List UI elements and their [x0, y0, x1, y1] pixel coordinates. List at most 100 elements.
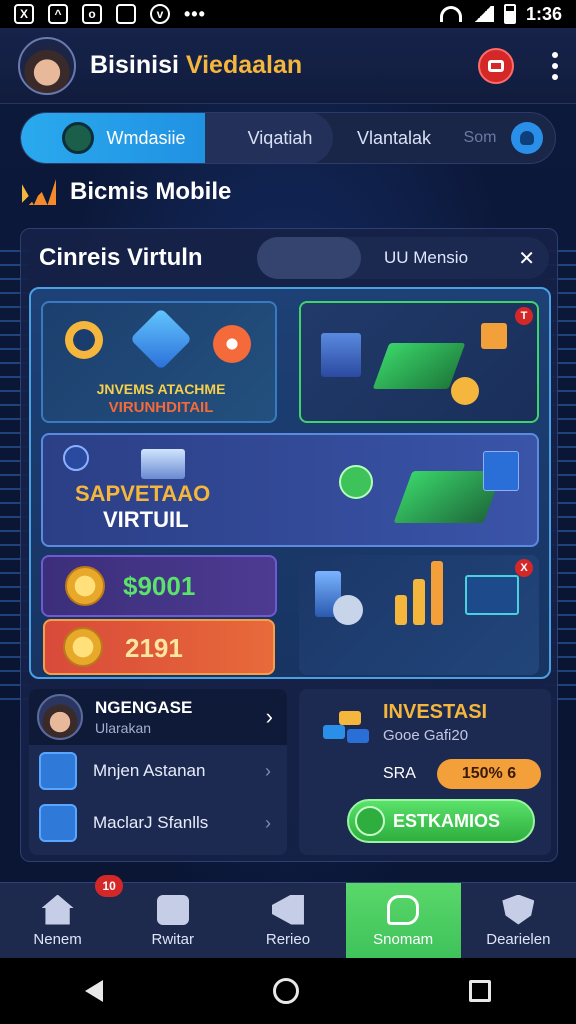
bottom-navigation: Nenem Rwitar 10 Rerieo Snomam Dearielen [0, 875, 576, 959]
tab-label: Vlantalak [356, 127, 432, 148]
chevron-right-icon: › [265, 760, 271, 781]
monitor-icon [465, 575, 519, 615]
pin-icon[interactable]: ✕ [518, 246, 535, 271]
account-avatar [37, 694, 83, 740]
platform-icon [372, 343, 466, 389]
cube-icon [129, 307, 193, 371]
nav-label: Nenem [33, 930, 82, 948]
battery-icon [503, 4, 516, 24]
coin-stack-icon [451, 377, 479, 405]
home-button-icon[interactable] [273, 978, 299, 1004]
action-dot-icon [355, 806, 385, 836]
menu-row-mnjen-astanan[interactable]: Mnjen Astanan › [29, 745, 287, 797]
promo-tile-virtual-services[interactable]: SAPVETAAO VIRTUIL [41, 433, 539, 547]
list-icon [39, 804, 77, 842]
dollar-coin-icon [63, 627, 103, 667]
tab-wmdasiie[interactable]: Wmdasiie [21, 113, 227, 163]
tab-viqatiah[interactable]: Viqatiah [205, 113, 333, 163]
account-panel: NGENGASE Ularakan › Mnjen Astanan › Macl… [29, 689, 287, 855]
brand-logo-icon [22, 179, 56, 205]
points-tile[interactable]: 2191 [43, 619, 275, 675]
tab-label: Viqatiah [247, 127, 313, 148]
view-toggle[interactable]: UU Mensio ✕ [257, 237, 549, 279]
investment-label: SRA [383, 765, 416, 782]
tab-label: Wmdasiie [106, 127, 186, 148]
account-subtitle: Ularakan [95, 720, 152, 736]
more-notifications-icon: ••• [184, 3, 206, 24]
coin-icon [65, 566, 105, 606]
app-title-main: Bisinisi [90, 51, 179, 79]
nav-item-dearielen[interactable]: Dearielen [461, 883, 576, 959]
menu-row-label: MaclarJ Sfanlls [93, 813, 209, 832]
shield-icon [502, 894, 535, 925]
card-title: Cinreis Virtuln [39, 244, 203, 271]
device-icon [141, 449, 185, 479]
investment-rate-pill: 150% 6 [437, 759, 541, 789]
record-button[interactable] [478, 47, 514, 84]
nav-item-rerieo[interactable]: Rerieo [230, 883, 345, 959]
promo-grid: JNVEMS ATACHME VIRUNHDITAIL T SAPVETAAO … [29, 287, 551, 679]
system-navigation [0, 958, 576, 1024]
tab-som[interactable]: Som [455, 113, 505, 163]
status-bar: X ^ o v ••• 1:36 [0, 0, 576, 28]
nav-label: Snomam [373, 930, 434, 948]
chat-icon [156, 894, 189, 925]
investment-action-label: ESTKAMIOS [393, 810, 501, 831]
smile-icon: v [150, 4, 170, 24]
signal-icon [471, 6, 494, 22]
promo-tile-virtual-assets[interactable]: JNVEMS ATACHME VIRUNHDITAIL [41, 301, 277, 423]
toggle-segment-left[interactable] [257, 237, 361, 279]
balance-tile[interactable]: $9001 [41, 555, 277, 617]
app-title: Bisinisi Viedaalan [90, 51, 302, 80]
investment-panel: INVESTASI Gooe Gafi20 SRA 150% 6 ESTKAMI… [299, 689, 551, 855]
nav-label: Rerieo [265, 930, 311, 948]
tile-c-line1: SAPVETAAO [75, 481, 211, 506]
tile-c-line2: VIRTUIL [103, 507, 189, 532]
chevron-right-icon: › [265, 812, 271, 833]
promo-tile-platform[interactable]: T [299, 301, 539, 423]
chart-icon [483, 451, 519, 491]
tile-a-line2: VIRUNHDITAIL [108, 399, 214, 416]
bar-chart-icon [395, 595, 407, 625]
tab-bar: Wmdasiie Viqatiah Vlantalak Som [20, 112, 556, 164]
user-icon[interactable] [511, 122, 543, 154]
crate-icon [481, 323, 507, 349]
grid-icon [39, 752, 77, 790]
account-summary[interactable]: NGENGASE Ularakan › [29, 689, 287, 745]
investment-blocks-icon [323, 707, 371, 747]
bar-chart-icon [431, 561, 443, 625]
tab-vlantalak[interactable]: Vlantalak [333, 113, 455, 163]
menu-row-maclarj-sfanlls[interactable]: MaclarJ Sfanlls › [29, 797, 287, 849]
coin-stack-icon [333, 595, 363, 625]
kebab-icon[interactable] [552, 51, 558, 80]
square-icon [116, 4, 136, 24]
balance-value: $9001 [123, 571, 196, 601]
clock: 1:36 [525, 3, 562, 24]
profile-avatar[interactable] [18, 36, 76, 95]
bar-chart-icon [413, 579, 425, 625]
home-icon [41, 894, 74, 925]
check-icon [339, 465, 373, 499]
server-icon [321, 333, 361, 377]
toggle-segment-right[interactable]: UU Mensio [361, 248, 491, 268]
message-icon [387, 894, 420, 925]
back-icon[interactable] [85, 980, 103, 1002]
megaphone-icon [271, 894, 304, 925]
app-title-accent: Viedaalan [185, 51, 303, 79]
section-title-text: Bicmis Mobile [70, 178, 232, 205]
image-icon: ^ [48, 4, 68, 24]
nav-item-snomam[interactable]: Snomam [345, 883, 461, 959]
tile-a-line1: JNVEMS ATACHME [96, 381, 226, 397]
account-name: NGENGASE [95, 698, 193, 717]
nav-item-rwitar[interactable]: Rwitar 10 [95, 875, 230, 959]
wifi-icon [439, 6, 462, 22]
investment-title: INVESTASI [383, 701, 488, 723]
recent-apps-icon[interactable] [469, 980, 491, 1002]
investment-action-button[interactable]: ESTKAMIOS [347, 799, 535, 843]
main-card: Cinreis Virtuln UU Mensio ✕ JNVEMS ATACH… [20, 228, 558, 862]
promo-tile-analytics[interactable]: X [299, 555, 539, 675]
investment-subtitle: Gooe Gafi20 [383, 727, 469, 744]
tools-icon [213, 325, 251, 363]
app-header: Bisinisi Viedaalan [0, 28, 576, 104]
notification-badge: 10 [95, 875, 124, 897]
